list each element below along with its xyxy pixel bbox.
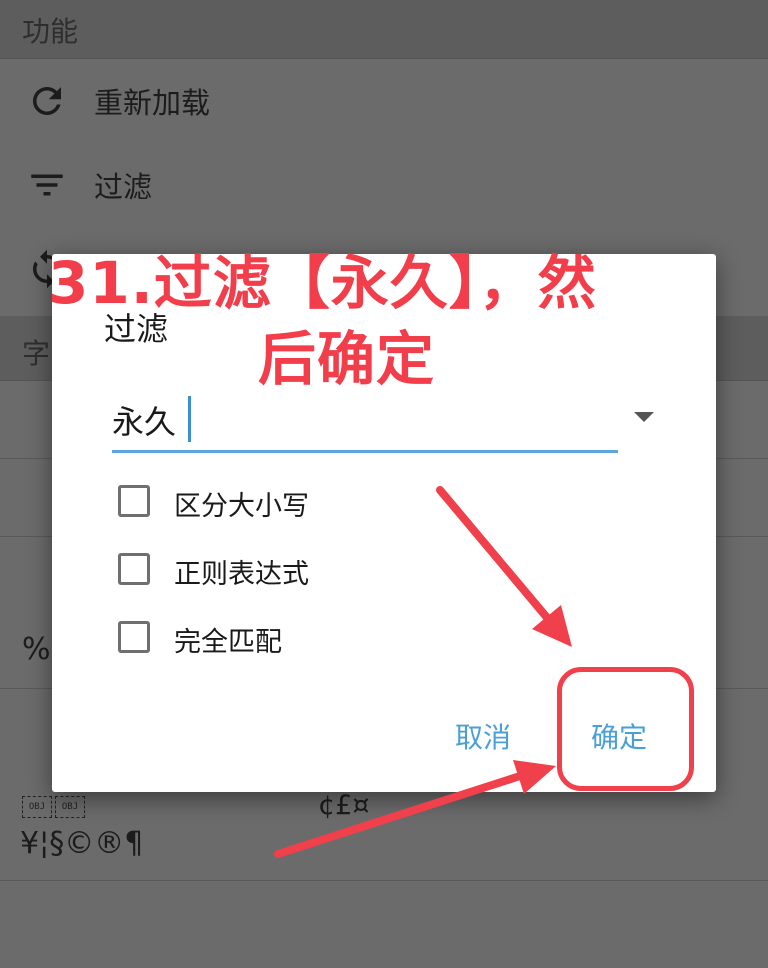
filter-input-container [112,392,618,453]
symbols-row: ¥¦§©®¶ [20,826,144,861]
obj-placeholder: OBJ [55,796,85,818]
currency-symbols: ¢£¤ [318,790,370,821]
text-caret [188,396,191,442]
filter-icon [31,174,63,196]
menu-item-label: 重新加载 [94,86,211,120]
divider [0,880,768,881]
menu-item-filter[interactable]: 过滤 [0,144,768,228]
checkbox-label: 区分大小写 [174,491,309,522]
menu-item-reload[interactable]: 重新加载 [0,60,768,144]
section-header-label: 功能 [22,15,79,48]
menu-item-label: 过滤 [94,170,153,204]
dropdown-arrow-icon[interactable] [632,410,656,424]
section-header-label: 字 [22,337,51,370]
obj-placeholder: OBJ [22,796,52,818]
checkbox-label: 完全匹配 [174,627,282,658]
checkbox-regex[interactable]: 正则表达式 [118,550,378,594]
annotation-text-line2: 后确定 [258,325,436,393]
checkbox-box[interactable] [118,621,150,653]
section-header-function: 功能 [0,0,768,59]
percent-text: % [22,632,51,667]
checkbox-exact-match[interactable]: 完全匹配 [118,618,378,662]
cancel-button[interactable]: 取消 [455,716,511,756]
checkbox-label: 正则表达式 [174,559,309,590]
checkbox-box[interactable] [118,553,150,585]
reload-icon [32,86,61,115]
checkbox-box[interactable] [118,485,150,517]
ok-button-highlight [557,667,694,791]
annotation-text-line1: 31.过滤【永久】，然 [48,249,597,317]
filter-input[interactable] [112,392,582,448]
checkbox-case-sensitive[interactable]: 区分大小写 [118,482,378,526]
